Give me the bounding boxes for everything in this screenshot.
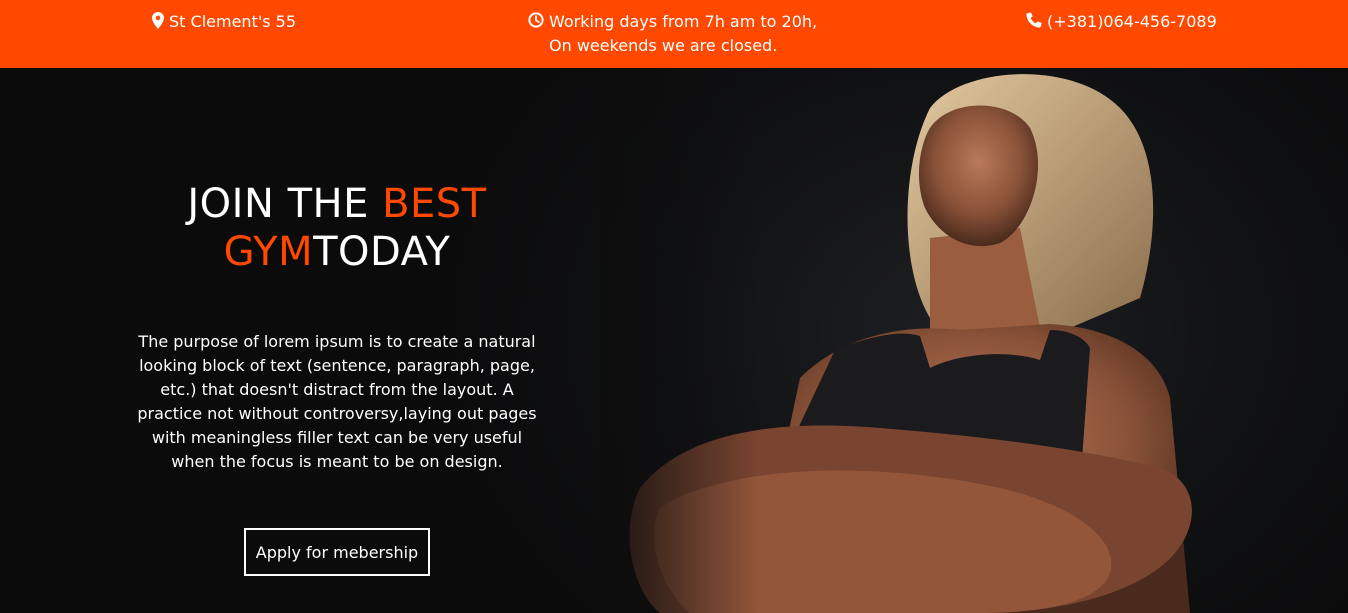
hero-athlete-image (600, 68, 1192, 613)
hero-heading-block: JOIN THE BEST GYMTODAY (130, 180, 544, 276)
map-marker-icon (152, 12, 164, 29)
hero-description: The purpose of lorem ipsum is to create … (137, 332, 537, 471)
top-info-bar: St Clement's 55 Working days from 7h am … (0, 0, 1348, 68)
opening-hours-info: Working days from 7h am to 20h, On weeke… (528, 10, 817, 58)
opening-hours-text: Working days from 7h am to 20h, On weeke… (549, 10, 817, 58)
phone-icon (1026, 12, 1042, 28)
clock-icon (528, 12, 544, 28)
phone-info: (+381)064-456-7089 (1026, 10, 1217, 34)
hero-title-accent-gym: GYM (223, 229, 314, 275)
hero-title: JOIN THE BEST GYMTODAY (130, 180, 544, 276)
address-info: St Clement's 55 (152, 10, 296, 34)
opening-hours-line-1: Working days from 7h am to 20h, (549, 12, 818, 31)
hero-title-accent-best: BEST (382, 181, 487, 227)
apply-membership-button[interactable]: Apply for mebership (244, 528, 430, 576)
phone-number[interactable]: (+381)064-456-7089 (1047, 10, 1217, 34)
hero-section: JOIN THE BEST GYMTODAY The purpose of lor… (0, 68, 1348, 613)
address-text: St Clement's 55 (169, 12, 296, 31)
hero-title-part-4: TODAY (313, 229, 451, 275)
opening-hours-line-2: On weekends we are closed. (549, 36, 778, 55)
hero-title-part-1: JOIN THE (187, 181, 383, 227)
